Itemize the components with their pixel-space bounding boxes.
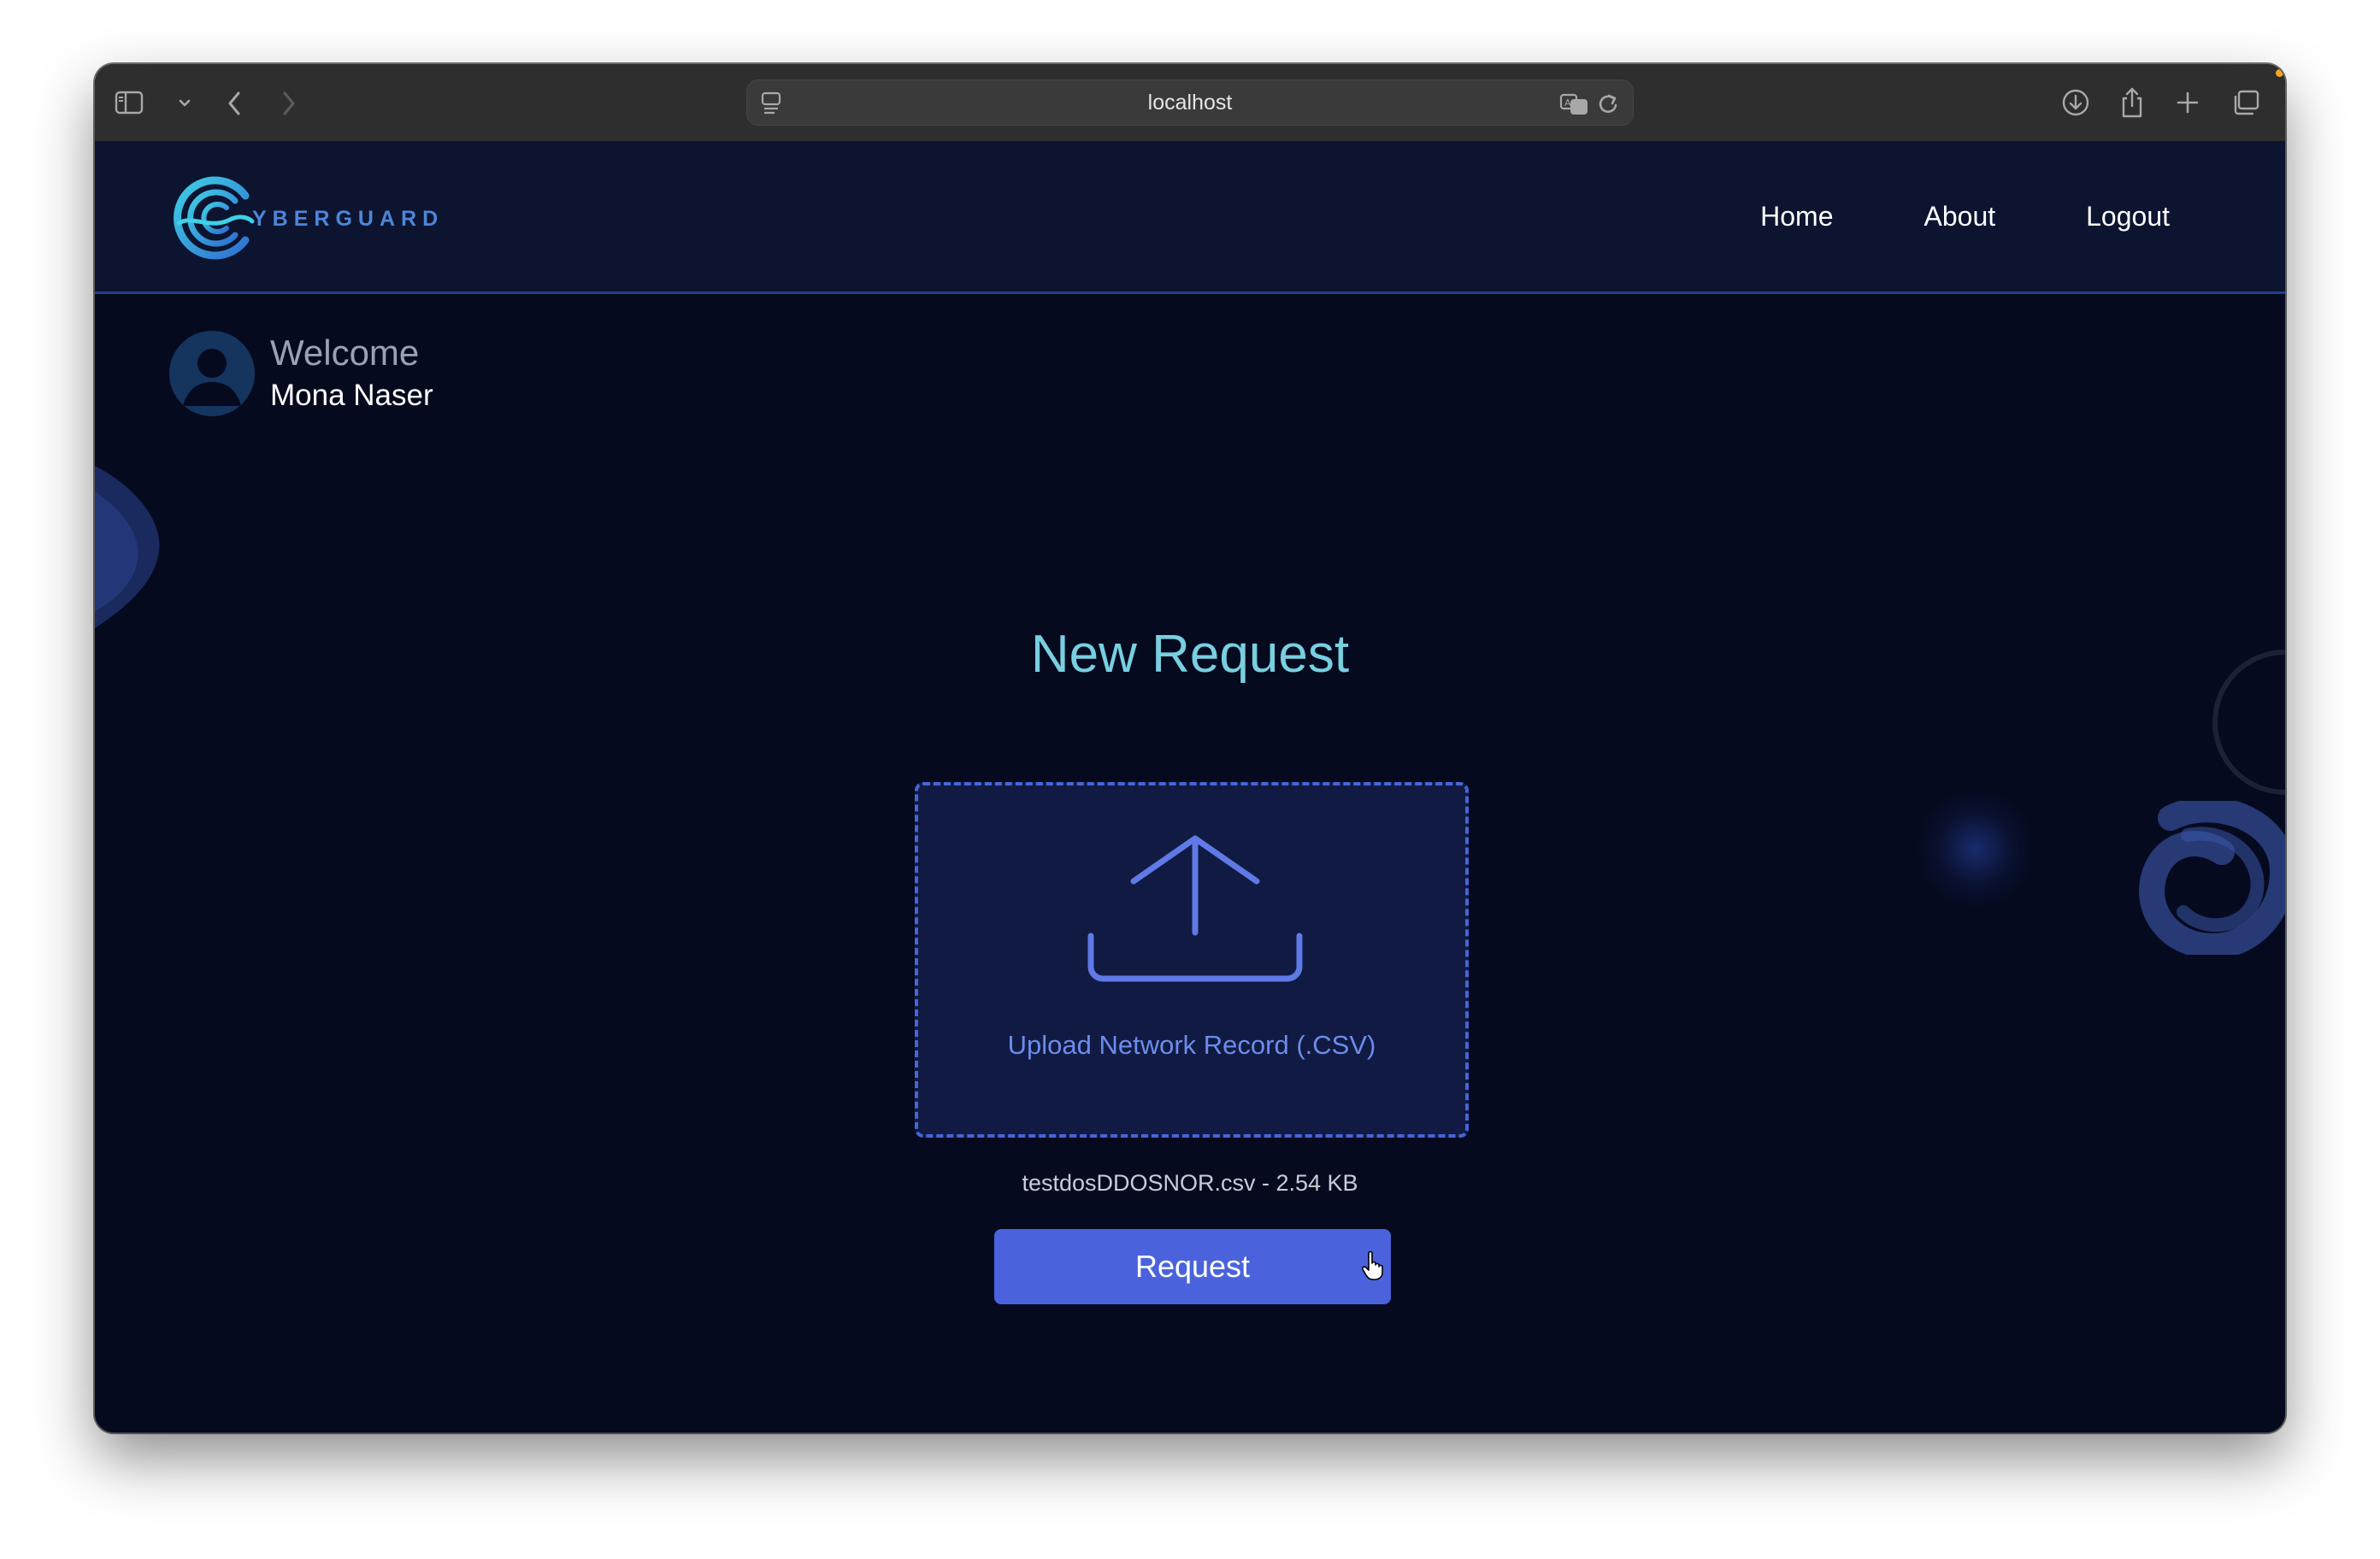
upload-dropzone[interactable]: Upload Network Record (.CSV) xyxy=(915,782,1469,1138)
download-icon[interactable] xyxy=(2058,85,2094,121)
chevron-left-icon[interactable] xyxy=(221,86,247,121)
reload-icon[interactable] xyxy=(1594,89,1623,118)
page-title: New Request xyxy=(1030,625,1350,684)
share-icon[interactable] xyxy=(2116,83,2148,122)
decorative-glow xyxy=(1916,789,2035,909)
svg-text:A: A xyxy=(1564,97,1571,109)
chevron-right-icon[interactable] xyxy=(276,86,302,121)
upload-icon xyxy=(1087,835,1303,982)
request-button[interactable]: Request xyxy=(994,1229,1391,1304)
user-name: Mona Naser xyxy=(270,379,433,412)
browser-toolbar: localhost A xyxy=(95,64,2285,143)
browser-window: localhost A YBERGUARD Home About Logout … xyxy=(95,64,2285,1433)
address-bar[interactable]: localhost A xyxy=(746,79,1634,126)
nav-about[interactable]: About xyxy=(1924,201,1996,232)
web-page: YBERGUARD Home About Logout Welcome Mona… xyxy=(95,141,2285,1433)
cyberguard-logo[interactable]: YBERGUARD xyxy=(167,170,444,264)
logo-wordmark: YBERGUARD xyxy=(252,206,445,231)
url-text: localhost xyxy=(1147,90,1233,115)
nav-home[interactable]: Home xyxy=(1760,201,1833,232)
avatar xyxy=(169,331,255,416)
hand-cursor-icon xyxy=(1362,1250,1383,1280)
welcome-block: Welcome Mona Naser xyxy=(169,331,433,416)
user-avatar-icon xyxy=(169,331,255,416)
sidebar-icon[interactable] xyxy=(112,85,146,121)
decorative-knot xyxy=(2139,801,2285,955)
nav-logout[interactable]: Logout xyxy=(2086,201,2170,232)
nav-links: Home About Logout xyxy=(1760,141,2170,291)
decorative-wave-left xyxy=(95,466,160,628)
selected-file-info: testdosDDOSNOR.csv - 2.54 KB xyxy=(1022,1170,1358,1196)
translate-icon[interactable]: A xyxy=(1558,89,1592,118)
tabs-overview-icon[interactable] xyxy=(2229,85,2263,121)
welcome-label: Welcome xyxy=(270,332,420,373)
navbar: YBERGUARD Home About Logout xyxy=(95,141,2285,294)
cyberguard-logo-icon xyxy=(174,176,255,260)
chevron-down-icon[interactable] xyxy=(174,93,196,114)
recording-indicator xyxy=(2276,69,2283,77)
plus-icon[interactable] xyxy=(2172,86,2203,119)
upload-label: Upload Network Record (.CSV) xyxy=(1007,1030,1376,1060)
